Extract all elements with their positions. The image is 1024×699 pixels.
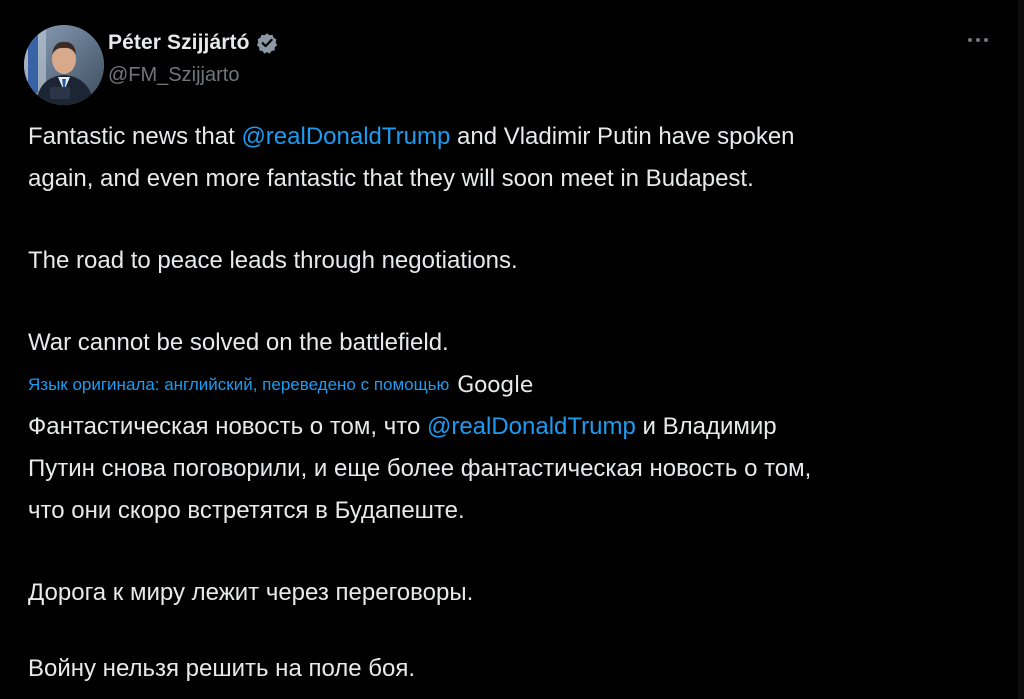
translated-paragraph-1: Фантастическая новость о том, что @realD… xyxy=(28,406,998,532)
translated-paragraph-3: Войну нельзя решить на поле боя. xyxy=(28,655,416,682)
mention-link[interactable]: @realDonaldTrump xyxy=(241,123,450,150)
profile-photo-avatar xyxy=(24,25,104,105)
avatar[interactable] xyxy=(24,25,104,105)
more-horizontal-icon-dot-2 xyxy=(976,38,980,42)
more-horizontal-icon xyxy=(968,38,972,42)
translation-attribution[interactable]: Язык оригинала: английский, переведено с… xyxy=(28,368,533,402)
handle[interactable]: @FM_Szijjarto xyxy=(108,64,278,87)
more-options-button[interactable] xyxy=(958,28,998,52)
translated-mention-link[interactable]: @realDonaldTrump xyxy=(427,413,636,440)
original-paragraph-3: War cannot be solved on the battlefield. xyxy=(28,329,449,356)
verified-badge-icon xyxy=(256,32,278,54)
translated-paragraph-2: Дорога к миру лежит через переговоры. xyxy=(28,579,474,606)
translation-label: Язык оригинала: английский, переведено с… xyxy=(28,375,450,394)
translated-p1-text: Фантастическая новость о том, что xyxy=(28,413,427,440)
more-horizontal-icon-dot-3 xyxy=(984,38,988,42)
author-block: Péter Szijjártó @FM_Szijjarto xyxy=(108,30,278,87)
name-row: Péter Szijjártó xyxy=(108,30,278,56)
display-name[interactable]: Péter Szijjártó xyxy=(108,31,250,55)
translated-p1-line2: Путин снова поговорили, и еще более фант… xyxy=(28,455,812,482)
tweet-card: Péter Szijjártó @FM_Szijjarto Fantastic … xyxy=(0,0,1024,699)
translated-p1-line3: что они скоро встретятся в Будапеште. xyxy=(28,497,465,524)
google-logo: Google xyxy=(457,372,534,398)
original-paragraph-1: Fantastic news that @realDonaldTrump and… xyxy=(28,116,998,200)
original-paragraph-2: The road to peace leads through negotiat… xyxy=(28,247,518,274)
original-p1-line2: again, and even more fantastic that they… xyxy=(28,165,754,192)
original-p1-text-cont: and Vladimir Putin have spoken xyxy=(450,123,795,150)
right-edge-divider xyxy=(1018,0,1024,699)
translated-p1-text-cont: и Владимир xyxy=(635,413,777,440)
original-p1-text: Fantastic news that xyxy=(28,123,242,150)
